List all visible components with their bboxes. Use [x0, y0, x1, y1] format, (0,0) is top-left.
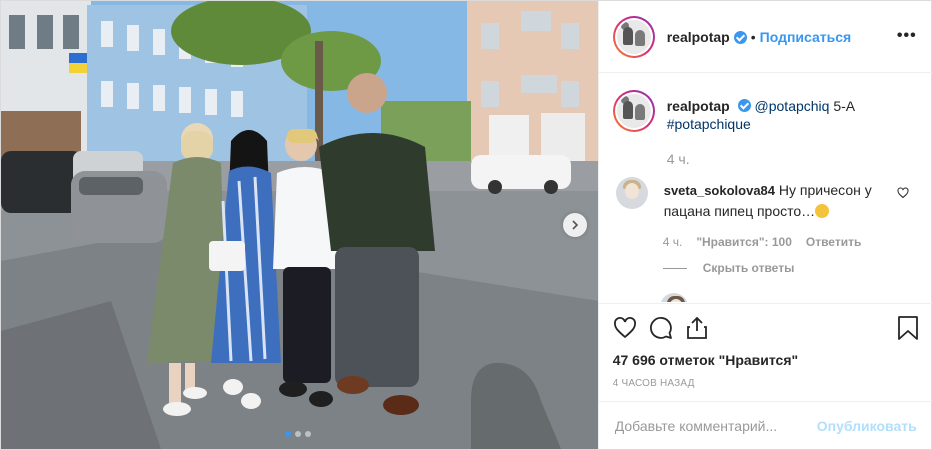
- carousel-indicator: [285, 431, 311, 437]
- comment-item: sveta_sokolova84 Ну причесон у пацана пи…: [613, 177, 919, 221]
- follow-button[interactable]: Подписаться: [760, 29, 852, 45]
- smirk-emoji-icon: [815, 204, 830, 218]
- reply-item: viktorijalashchenykh: [657, 293, 919, 302]
- carousel-dot-1: [285, 431, 291, 437]
- publish-button[interactable]: Опубликовать: [817, 418, 917, 434]
- comment-username[interactable]: sveta_sokolova84: [664, 183, 775, 198]
- post-actions: 47 696 отметок "Нравится" 4 часов назад: [598, 303, 932, 411]
- comment-like-heart-icon[interactable]: [897, 187, 909, 199]
- comment-time: 4 ч.: [662, 235, 683, 249]
- caption-text: realpotap @potapchiq 5-А #potapchique: [667, 90, 855, 133]
- replies-line: [662, 267, 687, 269]
- comment-text: sveta_sokolova84 Ну причесон у пацана пи…: [664, 177, 904, 221]
- commenter-avatar[interactable]: [615, 177, 648, 209]
- reply-button[interactable]: Ответить: [806, 235, 861, 249]
- caption-time: 4 ч.: [666, 151, 690, 167]
- comment-input[interactable]: [614, 417, 817, 434]
- reply-username[interactable]: viktorijalashchenykh: [704, 300, 833, 303]
- caption-mention[interactable]: @potapchiq: [755, 98, 830, 114]
- action-icons: [613, 314, 919, 342]
- comment-button[interactable]: [649, 316, 673, 340]
- add-comment-bar: Опубликовать: [598, 401, 932, 449]
- bookmark-icon: [897, 316, 918, 340]
- comment-icon: [649, 317, 672, 339]
- verified-badge-icon: [733, 31, 747, 44]
- caption: realpotap @potapchiq 5-А #potapchique: [612, 90, 919, 133]
- save-button[interactable]: [897, 316, 919, 340]
- like-button[interactable]: [613, 316, 637, 340]
- more-options-icon[interactable]: •••: [897, 27, 917, 45]
- heart-icon: [613, 317, 636, 339]
- next-photo-button[interactable]: [563, 213, 587, 237]
- share-button[interactable]: [685, 316, 709, 340]
- caption-body: 5-А: [829, 98, 856, 114]
- header-separator: •: [750, 28, 756, 45]
- share-icon: [686, 316, 707, 339]
- verified-badge-icon: [737, 99, 751, 112]
- next-arrow-icon: [572, 220, 579, 230]
- post-header: realpotap • Подписаться •••: [598, 1, 932, 73]
- post-photo[interactable]: [1, 1, 598, 449]
- caption-hashtag[interactable]: #potapchique: [667, 116, 751, 132]
- comment-meta: 4 ч. "Нравится": 100 Ответить: [663, 235, 919, 249]
- hide-replies-button[interactable]: Скрыть ответы: [662, 261, 919, 275]
- carousel-dot-2: [295, 431, 301, 437]
- author-username[interactable]: realpotap: [667, 29, 730, 45]
- caption-username[interactable]: realpotap: [667, 98, 730, 114]
- carousel-dot-3: [305, 431, 311, 437]
- reply-avatar[interactable]: [659, 293, 688, 302]
- caption-avatar[interactable]: [612, 90, 655, 132]
- street-photo: [1, 1, 598, 449]
- comments-section[interactable]: realpotap @potapchiq 5-А #potapchique 4 …: [599, 74, 932, 302]
- post-side-panel: realpotap • Подписаться ••• realpotap @p…: [597, 1, 932, 449]
- likes-count[interactable]: 47 696 отметок "Нравится": [613, 352, 919, 368]
- hide-replies-label: Скрыть ответы: [702, 261, 795, 275]
- author-avatar[interactable]: [612, 15, 655, 58]
- post-age[interactable]: 4 часов назад: [613, 378, 919, 389]
- comment-likes[interactable]: "Нравится": 100: [696, 235, 792, 249]
- post-card: realpotap • Подписаться ••• realpotap @p…: [0, 0, 932, 450]
